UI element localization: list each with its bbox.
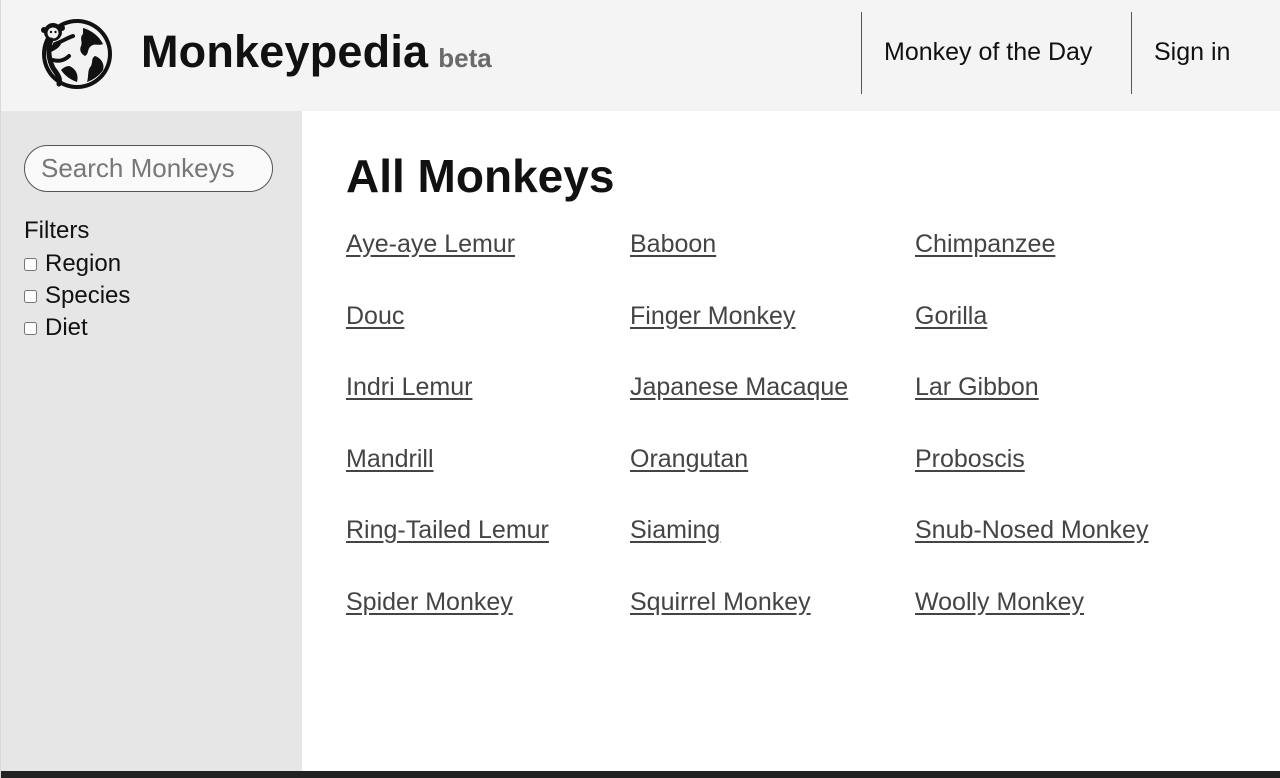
monkey-link[interactable]: Woolly Monkey (915, 587, 1215, 659)
monkey-link[interactable]: Spider Monkey (346, 587, 630, 659)
filter-species[interactable]: Species (24, 282, 130, 310)
brand[interactable]: Monkeypedia beta (141, 26, 492, 78)
page: Monkeypedia beta Monkey of the Day Sign … (0, 0, 1280, 778)
monkey-link[interactable]: Orangutan (630, 444, 915, 516)
filter-species-checkbox[interactable] (24, 289, 37, 303)
filters-title: Filters (24, 217, 90, 244)
filter-species-label: Species (45, 282, 131, 309)
search-input[interactable] (24, 145, 273, 192)
monkey-link[interactable]: Aye-aye Lemur (346, 229, 630, 301)
filter-diet-label: Diet (45, 314, 88, 341)
page-title: All Monkeys (346, 150, 615, 202)
main-content: All Monkeys Aye-aye Lemur Baboon Chimpan… (302, 111, 1280, 771)
monkey-link[interactable]: Chimpanzee (915, 229, 1215, 301)
filter-region-label: Region (45, 250, 122, 277)
bottom-bar (1, 771, 1280, 778)
nav-divider (861, 12, 862, 94)
monkey-link[interactable]: Proboscis (915, 444, 1215, 516)
monkey-list: Aye-aye Lemur Baboon Chimpanzee Douc Fin… (346, 229, 1215, 658)
filter-diet-checkbox[interactable] (24, 321, 37, 335)
filter-region[interactable]: Region (24, 250, 121, 278)
filter-diet[interactable]: Diet (24, 314, 88, 342)
monkey-globe-icon[interactable] (39, 16, 114, 90)
monkey-link[interactable]: Squirrel Monkey (630, 587, 915, 659)
monkey-link[interactable]: Finger Monkey (630, 301, 915, 373)
monkey-link[interactable]: Japanese Macaque (630, 372, 915, 444)
brand-name: Monkeypedia (141, 26, 429, 77)
monkey-link[interactable]: Baboon (630, 229, 915, 301)
monkey-link[interactable]: Siaming (630, 515, 915, 587)
monkey-link[interactable]: Indri Lemur (346, 372, 630, 444)
monkey-link[interactable]: Mandrill (346, 444, 630, 516)
nav-monkey-of-the-day[interactable]: Monkey of the Day (884, 38, 1092, 67)
brand-beta-tag: beta (438, 43, 492, 73)
monkey-link[interactable]: Ring-Tailed Lemur (346, 515, 630, 587)
sidebar: Filters Region Species Diet (1, 111, 302, 771)
monkey-link[interactable]: Douc (346, 301, 630, 373)
filter-region-checkbox[interactable] (24, 257, 37, 271)
monkey-link[interactable]: Snub-Nosed Monkey (915, 515, 1215, 587)
nav-divider (1131, 12, 1132, 94)
monkey-link[interactable]: Lar Gibbon (915, 372, 1215, 444)
monkey-link[interactable]: Gorilla (915, 301, 1215, 373)
nav-sign-in[interactable]: Sign in (1154, 38, 1230, 67)
site-header: Monkeypedia beta Monkey of the Day Sign … (1, 0, 1280, 111)
